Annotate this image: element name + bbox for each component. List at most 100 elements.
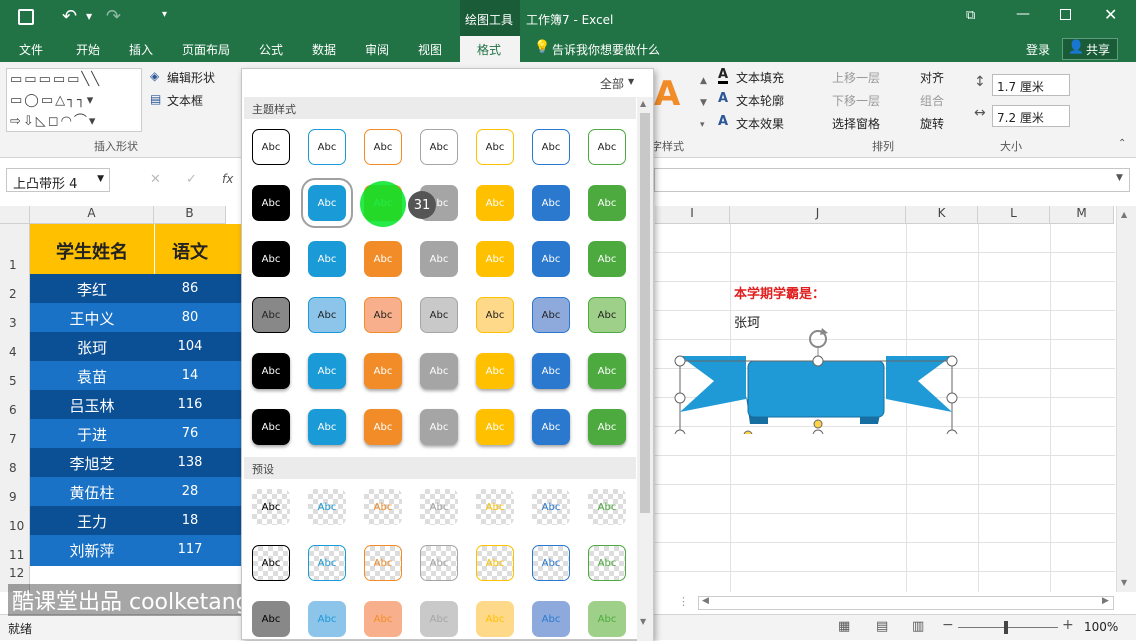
preset-swatch[interactable]: Abc: [476, 601, 514, 637]
expand-formula-icon[interactable]: ▼: [1116, 173, 1123, 183]
sign-in-link[interactable]: 登录: [1026, 41, 1050, 58]
col-header-i[interactable]: I: [655, 206, 730, 224]
preset-swatch[interactable]: Abc: [476, 489, 514, 525]
style-swatch[interactable]: Abc: [364, 241, 402, 277]
style-swatch[interactable]: Abc: [308, 409, 346, 445]
style-swatch[interactable]: Abc: [532, 241, 570, 277]
row-header-9[interactable]: 9: [0, 490, 30, 504]
col-header-l[interactable]: L: [978, 206, 1050, 224]
collapse-ribbon-icon[interactable]: ⌃: [1118, 138, 1126, 149]
style-swatch[interactable]: Abc: [308, 297, 346, 333]
style-swatch[interactable]: Abc: [420, 353, 458, 389]
redo-icon[interactable]: ↷: [106, 6, 121, 27]
style-swatch[interactable]: Abc: [588, 185, 626, 221]
style-swatch[interactable]: Abc: [476, 353, 514, 389]
rotate-button[interactable]: 旋转: [920, 115, 944, 132]
text-fill-button[interactable]: 文本填充: [736, 69, 784, 86]
preset-swatch[interactable]: Abc: [532, 489, 570, 525]
cell-score[interactable]: 76: [154, 426, 226, 441]
ribbon-shape[interactable]: [672, 324, 972, 434]
style-swatch[interactable]: Abc: [532, 409, 570, 445]
maximize-icon[interactable]: [1060, 9, 1071, 20]
style-swatch[interactable]: Abc: [420, 297, 458, 333]
cell-score[interactable]: 86: [154, 281, 226, 296]
preset-swatch[interactable]: Abc: [420, 601, 458, 637]
style-swatch[interactable]: Abc: [252, 297, 290, 333]
edit-shape-button[interactable]: 编辑形状: [167, 69, 215, 86]
formula-input[interactable]: [654, 168, 1130, 192]
cancel-icon[interactable]: ✕: [150, 172, 161, 187]
gallery-filter[interactable]: 全部: [600, 75, 624, 92]
select-all-corner[interactable]: [0, 206, 30, 224]
cell-score[interactable]: 138: [154, 455, 226, 470]
cell-name[interactable]: 李红: [30, 279, 154, 300]
normal-view-icon[interactable]: ▦: [838, 619, 850, 634]
vertical-scrollbar[interactable]: [1116, 206, 1136, 592]
preset-swatch[interactable]: Abc: [364, 489, 402, 525]
style-swatch[interactable]: Abc: [588, 241, 626, 277]
style-swatch[interactable]: Abc: [588, 409, 626, 445]
text-effect-button[interactable]: 文本效果: [736, 115, 784, 132]
style-swatch[interactable]: Abc: [364, 129, 402, 165]
preset-swatch[interactable]: Abc: [588, 545, 626, 581]
text-outline-button[interactable]: 文本轮廓: [736, 92, 784, 109]
preset-swatch[interactable]: Abc: [420, 545, 458, 581]
close-icon[interactable]: ✕: [1104, 5, 1117, 24]
row-header-12[interactable]: 12: [0, 566, 30, 580]
style-swatch[interactable]: Abc: [364, 297, 402, 333]
gallery-scroll-thumb[interactable]: [640, 113, 650, 513]
style-swatch[interactable]: Abc: [588, 353, 626, 389]
tab-review[interactable]: 审阅: [365, 41, 389, 58]
scroll-up-icon[interactable]: ▲: [1121, 210, 1127, 219]
enter-icon[interactable]: ✓: [186, 172, 197, 187]
row-header-8[interactable]: 8: [0, 461, 30, 475]
shape-styles-gallery[interactable]: 全部 ▼ 主题样式 预设 ▲ ▼ Abc Abc Abc Abc Abc Abc Abc Ab…: [241, 68, 654, 641]
style-swatch[interactable]: Abc: [476, 297, 514, 333]
height-field[interactable]: 1.7 厘米: [992, 74, 1070, 96]
selection-pane-button[interactable]: 选择窗格: [832, 115, 880, 132]
tab-data[interactable]: 数据: [312, 41, 336, 58]
col-header-a[interactable]: A: [30, 206, 154, 224]
zoom-slider-thumb[interactable]: [1004, 621, 1008, 634]
style-swatch[interactable]: Abc: [420, 129, 458, 165]
tab-view[interactable]: 视图: [418, 41, 442, 58]
preset-swatch[interactable]: Abc: [532, 545, 570, 581]
cell-name[interactable]: 吕玉林: [30, 395, 154, 416]
horizontal-scrollbar[interactable]: [698, 596, 1114, 610]
cell-score[interactable]: 104: [154, 339, 226, 354]
row-header-1[interactable]: 1: [0, 258, 30, 272]
cell-score[interactable]: 14: [154, 368, 226, 383]
cell-name[interactable]: 于进: [30, 424, 154, 445]
zoom-level[interactable]: 100%: [1084, 620, 1118, 634]
style-swatch[interactable]: Abc: [252, 353, 290, 389]
align-button[interactable]: 对齐: [920, 69, 944, 86]
preset-swatch[interactable]: Abc: [364, 601, 402, 637]
text-box-button[interactable]: 文本框: [167, 92, 203, 109]
cell-score[interactable]: 80: [154, 310, 226, 325]
row-header-2[interactable]: 2: [0, 287, 30, 301]
cell-name[interactable]: 王力: [30, 511, 154, 532]
preset-swatch[interactable]: Abc: [588, 601, 626, 637]
preset-swatch[interactable]: Abc: [252, 601, 290, 637]
preset-swatch[interactable]: Abc: [420, 489, 458, 525]
wordart-scroll-icon[interactable]: ▲ ▼ ▾: [700, 70, 707, 136]
style-swatch[interactable]: Abc: [308, 241, 346, 277]
style-swatch[interactable]: Abc: [532, 297, 570, 333]
style-swatch[interactable]: Abc: [532, 185, 570, 221]
scroll-down-icon[interactable]: ▼: [1121, 578, 1127, 587]
tab-home[interactable]: 开始: [76, 41, 100, 58]
col-header-k[interactable]: K: [906, 206, 978, 224]
style-swatch[interactable]: Abc: [252, 129, 290, 165]
preset-swatch[interactable]: Abc: [252, 545, 290, 581]
row-header-10[interactable]: 10: [0, 519, 30, 533]
style-swatch[interactable]: Abc: [476, 185, 514, 221]
style-swatch[interactable]: Abc: [308, 353, 346, 389]
style-swatch[interactable]: Abc: [252, 241, 290, 277]
minimize-icon[interactable]: —: [1016, 6, 1030, 22]
insert-function-icon[interactable]: fx: [222, 172, 233, 186]
preset-swatch[interactable]: Abc: [308, 601, 346, 637]
style-swatch[interactable]: Abc: [252, 409, 290, 445]
page-layout-view-icon[interactable]: ▤: [876, 619, 888, 634]
top-student-label[interactable]: 本学期学霸是：: [734, 283, 825, 302]
zoom-slider[interactable]: [958, 627, 1058, 628]
